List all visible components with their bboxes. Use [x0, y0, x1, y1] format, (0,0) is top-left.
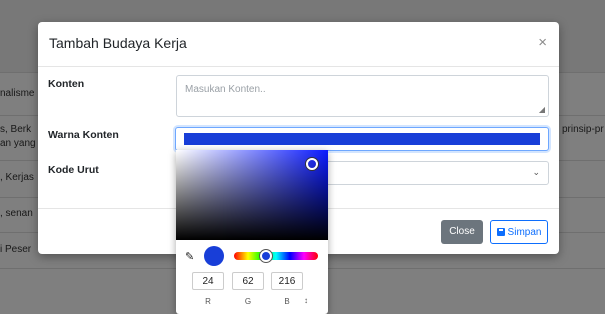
save-button-label: Simpan [507, 227, 542, 238]
mode-toggle-icon[interactable]: ↕ [304, 296, 308, 305]
green-input[interactable]: 62 [232, 272, 264, 290]
color-picker-popup: ✎ 24 62 216 R G B ↕ [176, 150, 328, 314]
kode-urut-label: Kode Urut [48, 164, 99, 176]
hue-handle[interactable] [260, 250, 272, 262]
save-button[interactable]: Simpan [490, 220, 548, 244]
color-preview [204, 246, 224, 266]
save-icon [496, 228, 505, 236]
konten-label: Konten [48, 78, 85, 90]
color-swatch [184, 133, 540, 145]
green-label: G [244, 297, 252, 306]
resize-grip-icon[interactable]: ◢ [539, 105, 545, 114]
warna-konten-label: Warna Konten [48, 129, 119, 141]
blue-input[interactable]: 216 [271, 272, 303, 290]
modal-header: Tambah Budaya Kerja × [38, 22, 559, 67]
eyedropper-icon[interactable]: ✎ [185, 250, 194, 263]
warna-konten-color-input[interactable] [175, 127, 549, 151]
konten-textarea[interactable]: Masukan Konten.. ◢ [176, 75, 549, 117]
red-input[interactable]: 24 [192, 272, 224, 290]
close-button[interactable]: Close [441, 220, 483, 244]
hue-slider[interactable] [234, 252, 318, 260]
red-label: R [205, 297, 211, 306]
saturation-handle[interactable] [306, 158, 318, 170]
chevron-down-icon: ⌄ [532, 167, 540, 177]
saturation-value-area[interactable] [176, 150, 328, 240]
close-icon[interactable]: × [538, 34, 547, 52]
kode-urut-select[interactable]: ⌄ [325, 161, 549, 185]
modal-title: Tambah Budaya Kerja [49, 35, 187, 51]
blue-label: B [284, 297, 290, 306]
konten-placeholder: Masukan Konten.. [185, 84, 266, 95]
